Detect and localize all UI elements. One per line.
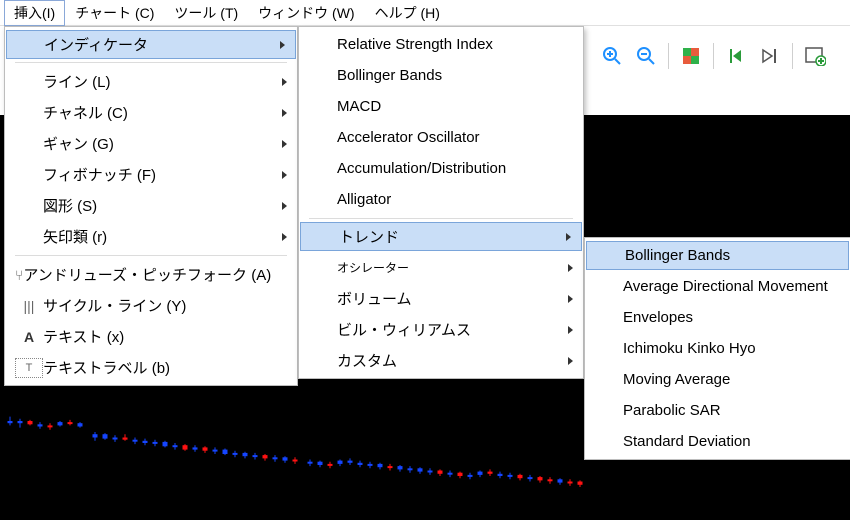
blank-icon xyxy=(16,35,44,55)
zoom-out-icon[interactable] xyxy=(634,44,658,68)
menu-item-indicators[interactable]: インディケータ xyxy=(6,30,296,59)
menu-item-label: Accumulation/Distribution xyxy=(337,160,555,177)
menu-item-bill-williams[interactable]: ビル・ウィリアムス xyxy=(299,314,583,345)
menu-item-label: テキストラベル (b) xyxy=(43,357,269,378)
menu-item-label: サイクル・ライン (Y) xyxy=(43,295,269,316)
menu-item-accelerator-oscillator[interactable]: Accelerator Oscillator xyxy=(299,122,583,153)
trend-submenu: Bollinger Bands Average Directional Move… xyxy=(584,237,850,460)
menu-item-custom[interactable]: カスタム xyxy=(299,345,583,376)
menu-item-label: Ichimoku Kinko Hyo xyxy=(623,340,822,357)
menu-item-text[interactable]: Aテキスト (x) xyxy=(5,321,297,352)
menu-item-adx[interactable]: Average Directional Movement xyxy=(585,271,850,302)
menu-item-label: トレンド xyxy=(339,226,554,247)
insert-menu: インディケータ ライン (L) チャネル (C) ギャン (G) フィボナッチ … xyxy=(4,26,298,386)
shift-end-icon[interactable] xyxy=(758,44,782,68)
toolbar-separator xyxy=(668,43,669,69)
menu-item-gann[interactable]: ギャン (G) xyxy=(5,128,297,159)
menu-item-label: Accelerator Oscillator xyxy=(337,129,555,146)
menu-item-label: MACD xyxy=(337,98,555,115)
menu-item-channel[interactable]: チャネル (C) xyxy=(5,97,297,128)
menu-item-label: テキスト (x) xyxy=(43,326,269,347)
menu-item-label: ライン (L) xyxy=(43,71,269,92)
submenu-arrow-icon xyxy=(566,233,571,241)
menu-item-label: Parabolic SAR xyxy=(623,402,822,419)
menu-item-label: ギャン (G) xyxy=(43,133,269,154)
menu-item-ichimoku[interactable]: Ichimoku Kinko Hyo xyxy=(585,333,850,364)
zoom-in-icon[interactable] xyxy=(600,44,624,68)
menu-item-oscillators[interactable]: オシレーター xyxy=(299,252,583,283)
menu-item-label: フィボナッチ (F) xyxy=(43,164,269,185)
menu-item-shapes[interactable]: 図形 (S) xyxy=(5,190,297,221)
submenu-arrow-icon xyxy=(282,78,287,86)
menu-insert[interactable]: 挿入(I) xyxy=(4,0,65,26)
submenu-arrow-icon xyxy=(282,140,287,148)
menu-item-envelopes[interactable]: Envelopes xyxy=(585,302,850,333)
menu-item-label: インディケータ xyxy=(44,34,268,55)
menu-item-label: ボリューム xyxy=(337,288,555,309)
menu-item-accumulation-distribution[interactable]: Accumulation/Distribution xyxy=(299,153,583,184)
submenu-arrow-icon xyxy=(282,202,287,210)
menu-item-label: アンドリューズ・ピッチフォーク (A) xyxy=(23,264,271,285)
pitchfork-icon: ⑂ xyxy=(15,265,23,285)
menu-item-label: チャネル (C) xyxy=(43,102,269,123)
menu-item-label: Envelopes xyxy=(623,309,822,326)
submenu-arrow-icon xyxy=(568,357,573,365)
menu-item-moving-average[interactable]: Moving Average xyxy=(585,364,850,395)
submenu-arrow-icon xyxy=(282,171,287,179)
submenu-arrow-icon xyxy=(280,41,285,49)
menu-tools[interactable]: ツール (T) xyxy=(164,0,248,26)
menu-item-label: Alligator xyxy=(337,191,555,208)
menu-item-label: Relative Strength Index xyxy=(337,36,555,53)
menu-item-cycle-lines[interactable]: |||サイクル・ライン (Y) xyxy=(5,290,297,321)
menu-item-label: オシレーター xyxy=(337,259,555,276)
menu-item-parabolic-sar[interactable]: Parabolic SAR xyxy=(585,395,850,426)
menu-item-label: Average Directional Movement xyxy=(623,278,828,295)
submenu-arrow-icon xyxy=(568,264,573,272)
toolbar-separator xyxy=(792,43,793,69)
cycle-lines-icon: ||| xyxy=(15,296,43,316)
submenu-arrow-icon xyxy=(568,295,573,303)
menu-window[interactable]: ウィンドウ (W) xyxy=(248,0,364,26)
menu-separator xyxy=(15,255,287,256)
menu-item-label: Moving Average xyxy=(623,371,822,388)
menu-chart[interactable]: チャート (C) xyxy=(65,0,164,26)
menu-item-label: ビル・ウィリアムス xyxy=(337,319,555,340)
menu-item-label: 矢印類 (r) xyxy=(43,226,269,247)
menu-item-label: Standard Deviation xyxy=(623,433,822,450)
text-label-icon: T xyxy=(15,358,43,378)
menu-item-trend-bollinger-bands[interactable]: Bollinger Bands xyxy=(586,241,849,270)
menu-item-label: 図形 (S) xyxy=(43,195,269,216)
menu-item-standard-deviation[interactable]: Standard Deviation xyxy=(585,426,850,457)
menu-item-andrews-pitchfork[interactable]: ⑂アンドリューズ・ピッチフォーク (A) xyxy=(5,259,297,290)
menu-item-fibonacci[interactable]: フィボナッチ (F) xyxy=(5,159,297,190)
submenu-arrow-icon xyxy=(568,326,573,334)
menu-item-rsi[interactable]: Relative Strength Index xyxy=(299,29,583,60)
menu-separator xyxy=(15,62,287,63)
menubar: 挿入(I) チャート (C) ツール (T) ウィンドウ (W) ヘルプ (H) xyxy=(0,0,850,26)
menu-item-volumes[interactable]: ボリューム xyxy=(299,283,583,314)
grid-icon[interactable] xyxy=(679,44,703,68)
menu-item-arrows[interactable]: 矢印類 (r) xyxy=(5,221,297,252)
indicators-icon[interactable] xyxy=(803,44,827,68)
toolbar xyxy=(600,36,850,76)
toolbar-separator xyxy=(713,43,714,69)
menu-item-label: Bollinger Bands xyxy=(625,247,821,264)
menu-item-macd[interactable]: MACD xyxy=(299,91,583,122)
menu-help[interactable]: ヘルプ (H) xyxy=(365,0,450,26)
scroll-start-icon[interactable] xyxy=(724,44,748,68)
menu-item-trend[interactable]: トレンド xyxy=(300,222,582,251)
submenu-arrow-icon xyxy=(282,109,287,117)
menu-item-text-label[interactable]: Tテキストラベル (b) xyxy=(5,352,297,383)
menu-item-label: Bollinger Bands xyxy=(337,67,555,84)
menu-item-label: カスタム xyxy=(337,350,555,371)
menu-item-bollinger-bands[interactable]: Bollinger Bands xyxy=(299,60,583,91)
text-icon: A xyxy=(15,327,43,347)
indicators-submenu: Relative Strength Index Bollinger Bands … xyxy=(298,26,584,379)
menu-item-line[interactable]: ライン (L) xyxy=(5,66,297,97)
submenu-arrow-icon xyxy=(282,233,287,241)
menu-separator xyxy=(309,218,573,219)
menu-item-alligator[interactable]: Alligator xyxy=(299,184,583,215)
